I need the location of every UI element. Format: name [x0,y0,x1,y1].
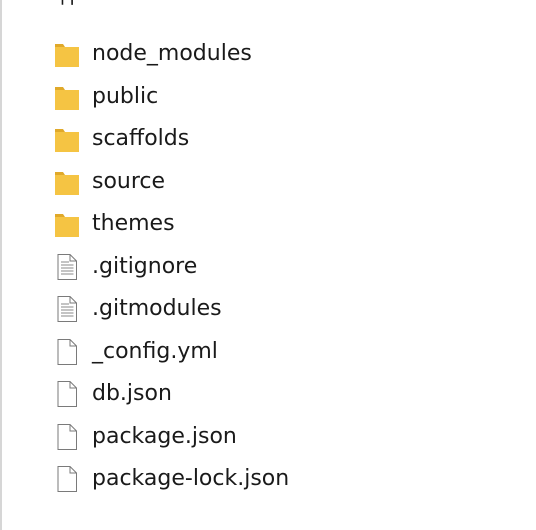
blank-file-icon [54,423,80,451]
file-row-package-lock-json[interactable]: package-lock.json [54,458,514,501]
file-row-themes[interactable]: themes [54,203,514,246]
file-row-gitignore[interactable]: .gitignore [54,246,514,289]
file-row-scaffolds[interactable]: scaffolds [54,118,514,161]
blank-file-icon [54,465,80,493]
file-row-public[interactable]: public [54,76,514,119]
file-row-source[interactable]: source [54,161,514,204]
folder-icon [54,168,80,196]
file-label: node_modules [92,41,252,67]
file-label: db.json [92,381,172,407]
folder-icon [54,40,80,68]
file-list: node_modules public scaffolds source the… [54,33,514,501]
file-row-package-json[interactable]: package.json [54,416,514,459]
file-label: .gitmodules [92,296,222,322]
column-header-fragment: 件 [58,0,80,8]
folder-icon [54,210,80,238]
file-label: scaffolds [92,126,190,152]
file-label: package-lock.json [92,466,290,492]
folder-icon [54,83,80,111]
file-label: _config.yml [92,338,218,364]
file-row-db-json[interactable]: db.json [54,373,514,416]
file-row-config-yml[interactable]: _config.yml [54,331,514,374]
file-label: themes [92,211,175,237]
file-label: .gitignore [92,253,198,279]
text-file-icon [54,253,80,281]
file-row-gitmodules[interactable]: .gitmodules [54,288,514,331]
file-label: package.json [92,423,237,449]
folder-icon [54,125,80,153]
file-label: source [92,168,166,194]
blank-file-icon [54,380,80,408]
file-row-node-modules[interactable]: node_modules [54,33,514,76]
window-left-border [0,0,2,530]
blank-file-icon [54,338,80,366]
file-label: public [92,83,159,109]
text-file-icon [54,295,80,323]
